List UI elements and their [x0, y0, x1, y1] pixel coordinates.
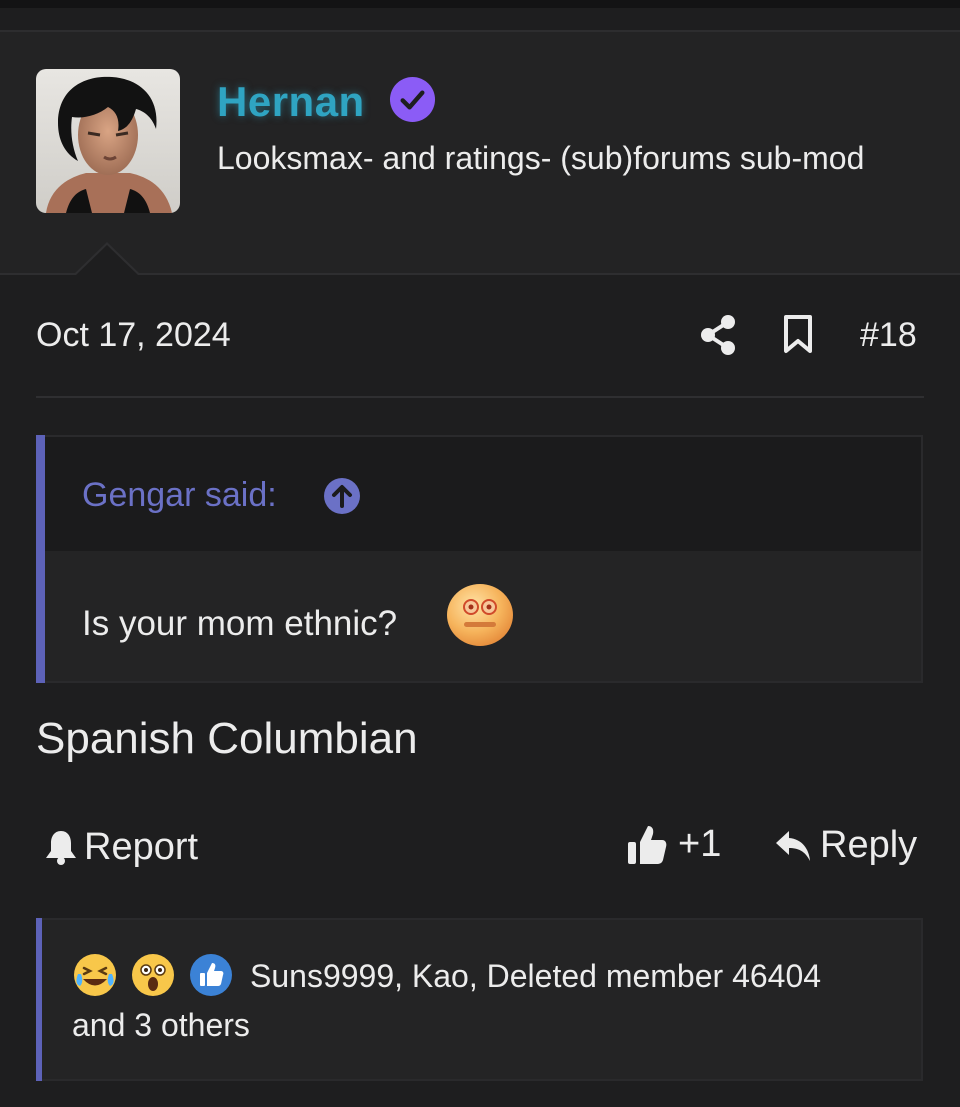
header-divider: [0, 273, 960, 275]
bookmark-icon[interactable]: [783, 314, 813, 354]
like-button[interactable]: +1: [626, 822, 721, 866]
verified-badge-icon: [389, 76, 436, 123]
arrow-up-circle-icon[interactable]: [323, 477, 361, 515]
reactions-users[interactable]: Suns9999, Kao, Deleted member 46404 and …: [72, 952, 832, 1050]
post-divider: [36, 396, 924, 398]
post-body: Spanish Columbian: [36, 714, 418, 763]
reactions-accent-bar: [36, 918, 42, 1081]
quote-author[interactable]: Gengar said:: [82, 476, 277, 515]
report-label: Report: [84, 825, 199, 868]
report-button[interactable]: Report: [44, 824, 198, 870]
thumbs-up-icon: [628, 826, 667, 864]
reply-arrow-icon: [776, 830, 810, 861]
quote-text: Is your mom ethnic?: [82, 604, 398, 643]
reply-label: Reply: [820, 824, 918, 866]
cringe-face-icon: [447, 584, 513, 646]
post-number[interactable]: #18: [860, 316, 917, 355]
reply-button[interactable]: Reply: [774, 824, 917, 867]
share-icon[interactable]: [699, 314, 737, 356]
bell-icon: [46, 831, 76, 865]
top-bar: [0, 0, 960, 8]
username[interactable]: Hernan: [217, 78, 365, 126]
avatar[interactable]: [36, 69, 180, 213]
user-title: Looksmax- and ratings- (sub)forums sub-m…: [217, 140, 865, 176]
quote-accent-bar: [36, 435, 45, 683]
post-date[interactable]: Oct 17, 2024: [36, 316, 231, 355]
like-count: +1: [678, 822, 722, 865]
